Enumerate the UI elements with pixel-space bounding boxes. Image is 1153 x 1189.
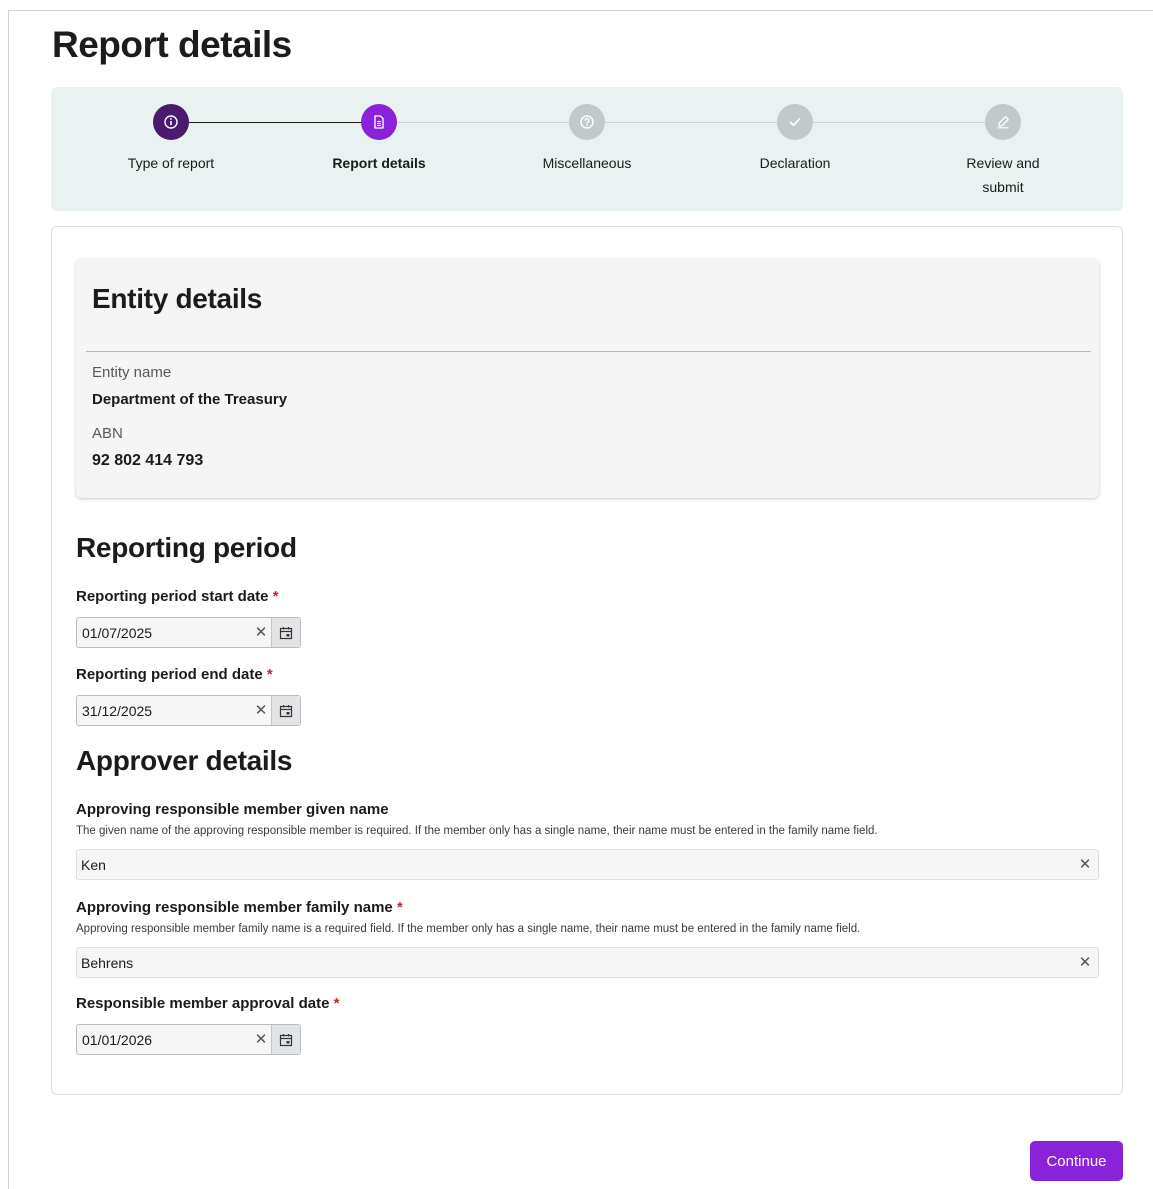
clear-icon[interactable]: ✕: [1074, 948, 1096, 977]
end-date-input[interactable]: [77, 696, 251, 725]
family-name-help: Approving responsible member family name…: [76, 923, 861, 935]
required-marker: *: [396, 899, 403, 916]
given-name-input[interactable]: [77, 850, 1074, 879]
required-marker: *: [272, 588, 279, 605]
given-name-help: The given name of the approving responsi…: [76, 825, 878, 837]
given-name-label: Approving responsible member given name: [76, 801, 389, 818]
end-date-label-text: Reporting period end date: [76, 666, 263, 683]
info-icon: [153, 104, 189, 140]
clear-icon[interactable]: ✕: [1074, 850, 1096, 879]
calendar-icon[interactable]: [271, 618, 300, 647]
report-form-card: Entity details Entity name Department of…: [51, 226, 1123, 1095]
step-label: Review and submit: [913, 151, 1093, 199]
start-date-label-text: Reporting period start date: [76, 588, 269, 605]
approval-date-field: ✕: [76, 1024, 301, 1055]
step-label-line-2: submit: [982, 179, 1024, 195]
family-name-field: ✕: [76, 947, 1099, 978]
step-label: Type of report: [127, 155, 215, 171]
start-date-label: Reporting period start date *: [76, 588, 279, 605]
abn-label: ABN: [92, 425, 123, 442]
step-miscellaneous[interactable]: Miscellaneous: [497, 104, 677, 175]
entity-details-title: Entity details: [92, 283, 263, 314]
end-date-label: Reporting period end date *: [76, 666, 273, 683]
step-report-details[interactable]: Report details: [289, 104, 469, 175]
entity-details-panel: Entity details Entity name Department of…: [76, 259, 1099, 498]
page-title: Report details: [52, 24, 292, 65]
given-name-field: ✕: [76, 849, 1099, 880]
clear-icon[interactable]: ✕: [251, 1025, 271, 1054]
step-label-line-1: Review and: [966, 155, 1040, 171]
step-declaration[interactable]: Declaration: [705, 104, 885, 175]
entity-name-value: Department of the Treasury: [92, 391, 288, 408]
start-date-input[interactable]: [77, 618, 251, 647]
abn-value: 92 802 414 793: [92, 452, 204, 469]
required-marker: *: [333, 995, 340, 1012]
start-date-field: ✕: [76, 617, 301, 648]
entity-name-label: Entity name: [92, 364, 172, 381]
clear-icon[interactable]: ✕: [251, 618, 271, 647]
check-icon: [777, 104, 813, 140]
stepper-connector-upcoming: [379, 122, 1003, 123]
edit-icon: [985, 104, 1021, 140]
approval-date-label: Responsible member approval date *: [76, 995, 339, 1012]
step-label: Miscellaneous: [542, 155, 632, 171]
progress-stepper: Type of report Report details Miscellane…: [51, 87, 1123, 211]
calendar-icon[interactable]: [271, 696, 300, 725]
page-frame-left-border: [8, 10, 9, 1189]
question-icon: [569, 104, 605, 140]
calendar-icon[interactable]: [271, 1025, 300, 1054]
reporting-period-title: Reporting period: [76, 532, 297, 563]
clear-icon[interactable]: ✕: [251, 696, 271, 725]
step-label: Declaration: [759, 155, 831, 171]
approval-date-input[interactable]: [77, 1025, 251, 1054]
family-name-label: Approving responsible member family name…: [76, 899, 403, 916]
approver-details-title: Approver details: [76, 745, 293, 776]
entity-divider: [86, 351, 1091, 352]
step-label: Report details: [332, 155, 426, 171]
step-type-of-report[interactable]: Type of report: [81, 104, 261, 175]
approval-date-label-text: Responsible member approval date: [76, 995, 330, 1012]
required-marker: *: [266, 666, 273, 683]
step-review-and-submit[interactable]: Review and submit: [913, 104, 1093, 199]
document-icon: [361, 104, 397, 140]
page-frame-top-border: [8, 10, 1153, 11]
end-date-field: ✕: [76, 695, 301, 726]
continue-button[interactable]: Continue: [1030, 1141, 1123, 1181]
family-name-label-text: Approving responsible member family name: [76, 899, 393, 916]
family-name-input[interactable]: [77, 948, 1074, 977]
